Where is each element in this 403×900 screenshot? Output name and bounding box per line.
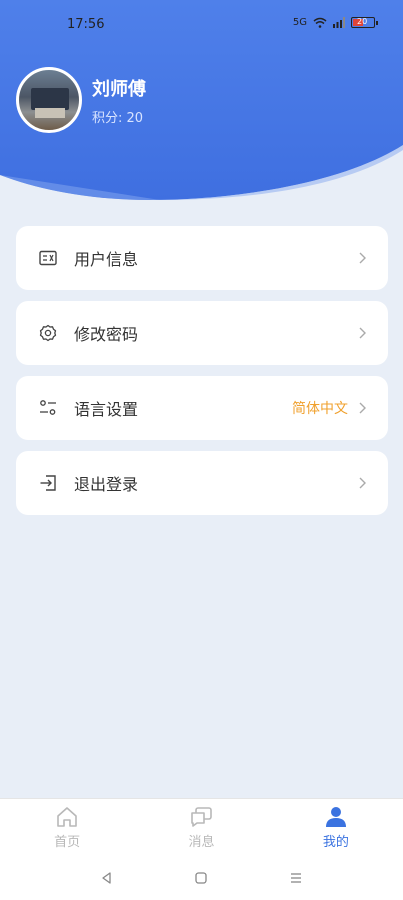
gear-icon xyxy=(38,323,58,343)
menu-item-user-info[interactable]: 用户信息 xyxy=(16,226,388,290)
menu-label: 退出登录 xyxy=(74,475,139,494)
message-icon xyxy=(191,806,213,827)
bottom-tab-bar: 首页 消息 我的 xyxy=(0,798,403,856)
avatar[interactable] xyxy=(16,67,82,133)
chevron-right-icon xyxy=(359,327,366,339)
menu-item-change-password[interactable]: 修改密码 xyxy=(16,301,388,365)
tab-home[interactable]: 首页 xyxy=(0,799,134,856)
menu-item-logout[interactable]: 退出登录 xyxy=(16,451,388,515)
sliders-icon xyxy=(38,398,58,418)
menu-label: 用户信息 xyxy=(74,250,139,269)
settings-menu: 用户信息 修改密码 语言设置 简体中文 退出登录 xyxy=(16,226,388,526)
home-nav-icon[interactable] xyxy=(194,871,208,885)
tab-label: 消息 xyxy=(188,834,215,850)
wifi-icon xyxy=(313,17,327,28)
signal-icon xyxy=(333,17,345,28)
logout-icon xyxy=(38,473,58,493)
user-points: 积分: 20 xyxy=(92,110,144,126)
tab-mine[interactable]: 我的 xyxy=(269,799,403,856)
back-icon[interactable] xyxy=(100,871,114,885)
system-nav-bar xyxy=(0,856,403,900)
language-value: 简体中文 xyxy=(292,401,348,417)
battery-icon: 20 xyxy=(351,17,378,28)
menu-label: 语言设置 xyxy=(74,400,139,419)
tab-messages[interactable]: 消息 xyxy=(134,799,268,856)
menu-label: 修改密码 xyxy=(74,325,139,344)
user-icon xyxy=(325,806,346,827)
status-time: 17:56 xyxy=(67,17,105,32)
tab-label: 我的 xyxy=(322,834,349,850)
chevron-right-icon xyxy=(359,402,366,414)
chevron-right-icon xyxy=(359,252,366,264)
profile-section: 刘师傅 积分: 20 xyxy=(16,67,146,133)
id-card-icon xyxy=(38,248,58,268)
status-icons: 5G 20 xyxy=(292,17,378,28)
status-bar: 17:56 5G 20 xyxy=(0,0,403,52)
network-icon: 5G xyxy=(292,17,307,28)
home-icon xyxy=(57,806,77,827)
chevron-right-icon xyxy=(359,477,366,489)
user-name: 刘师傅 xyxy=(92,78,146,100)
tab-label: 首页 xyxy=(54,834,81,850)
menu-icon[interactable] xyxy=(289,871,303,885)
menu-item-language[interactable]: 语言设置 简体中文 xyxy=(16,376,388,440)
